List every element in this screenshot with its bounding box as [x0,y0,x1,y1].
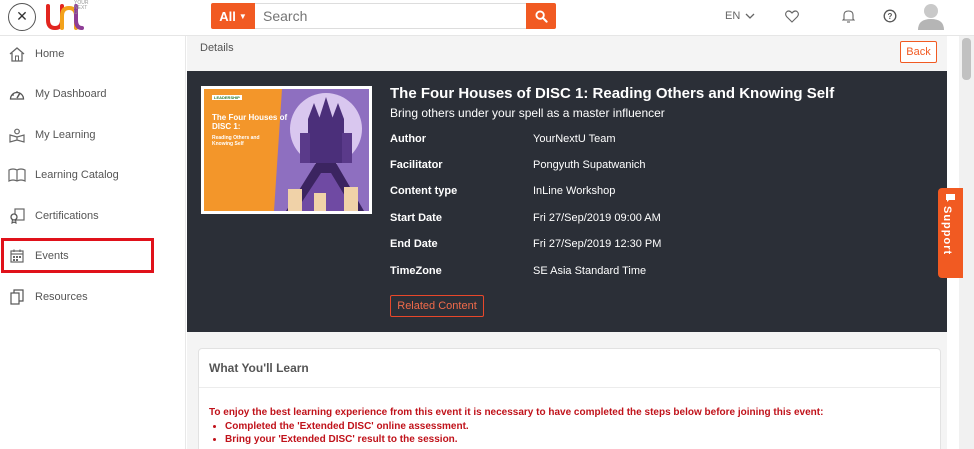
prerequisite-list: Completed the 'Extended DISC' online ass… [225,421,469,447]
chevron-down-icon [745,13,755,19]
favorites-button[interactable] [784,8,800,24]
divider [199,387,940,388]
help-icon: ? [883,9,897,23]
sidebar-item-label: Certifications [35,210,99,222]
sidebar-item-home[interactable]: Home [0,36,186,72]
event-hero: LEADERSHIP The Four Houses of DISC 1: Re… [187,71,947,332]
prerequisite-note: To enjoy the best learning experience fr… [209,407,824,418]
sidebar-item-label: Home [35,48,65,60]
search-input[interactable] [255,3,526,29]
notifications-button[interactable] [840,8,856,24]
heart-icon [785,9,799,23]
chat-icon [946,194,955,202]
dashboard-icon [8,85,26,103]
sidebar-item-label: My Dashboard [35,88,107,100]
thumbnail-badge: LEADERSHIP [212,95,242,100]
meta-label-content-type: Content type [390,185,458,197]
book-icon [8,166,26,184]
sidebar-item-label: My Learning [35,129,96,141]
meta-value-start-date: Fri 27/Sep/2019 09:00 AM [533,212,661,224]
breadcrumb: Details [200,42,234,54]
meta-label-author: Author [390,133,427,145]
section-title: What You'll Learn [209,361,309,375]
avatar[interactable] [918,2,944,30]
certificate-icon [8,207,26,225]
meta-label-start-date: Start Date [390,212,442,224]
learning-icon [8,126,26,144]
sidebar-item-resources[interactable]: Resources [0,279,186,315]
sidebar-item-learning-catalog[interactable]: Learning Catalog [0,157,186,193]
search-bar: All ▼ [211,3,556,29]
list-item: Completed the 'Extended DISC' online ass… [225,421,469,432]
bell-icon [841,10,855,23]
event-title: The Four Houses of DISC 1: Reading Other… [390,85,835,102]
meta-value-content-type: InLine Workshop [533,185,616,197]
what-you-learn-card: What You'll Learn To enjoy the best lear… [198,348,941,449]
meta-value-end-date: Fri 27/Sep/2019 12:30 PM [533,238,662,250]
logo-subtext: YOUR NEXT U [74,0,89,16]
caret-down-icon: ▼ [238,11,247,21]
support-label: Support [941,206,953,256]
home-icon [8,45,26,63]
scrollbar-thumb[interactable] [962,38,971,80]
sidebar-item-certifications[interactable]: Certifications [0,198,186,234]
help-button[interactable]: ? [882,8,898,24]
language-selector[interactable]: EN [725,10,755,22]
support-tab[interactable]: Support [938,188,963,278]
sidebar-item-my-learning[interactable]: My Learning [0,117,186,153]
event-thumbnail: LEADERSHIP The Four Houses of DISC 1: Re… [201,86,372,214]
svg-text:?: ? [888,12,893,21]
close-icon: ✕ [16,9,28,25]
language-label: EN [725,10,741,22]
search-category-label: All [219,8,236,24]
sidebar-item-my-dashboard[interactable]: My Dashboard [0,76,186,112]
event-subtitle: Bring others under your spell as a maste… [390,106,665,120]
meta-value-facilitator: Pongyuth Supatwanich [533,159,646,171]
sidebar-item-label: Learning Catalog [35,169,119,181]
search-icon [534,9,548,23]
list-item: Bring your 'Extended DISC' result to the… [225,434,469,445]
main-content: Details Back LEADERSHIP The Four Houses … [187,36,947,449]
search-button[interactable] [526,3,556,29]
meta-label-facilitator: Facilitator [390,159,443,171]
meta-value-timezone: SE Asia Standard Time [533,265,647,277]
meta-label-timezone: TimeZone [390,265,442,277]
close-button[interactable]: ✕ [8,3,36,31]
search-category-dropdown[interactable]: All ▼ [211,3,255,29]
thumbnail-illustration [204,89,369,211]
thumbnail-title: The Four Houses of DISC 1: [212,113,288,131]
meta-value-author: YourNextU Team [533,133,616,145]
meta-label-end-date: End Date [390,238,438,250]
sidebar-item-label: Resources [35,291,88,303]
related-content-button[interactable]: Related Content [390,295,484,317]
resources-icon [8,288,26,306]
top-bar: ✕ YOUR NEXT U All ▼ EN ? [0,0,974,36]
back-button[interactable]: Back [900,41,937,63]
thumbnail-subtitle: Reading Others and Knowing Self [212,135,260,147]
events-highlight-box [1,238,154,273]
